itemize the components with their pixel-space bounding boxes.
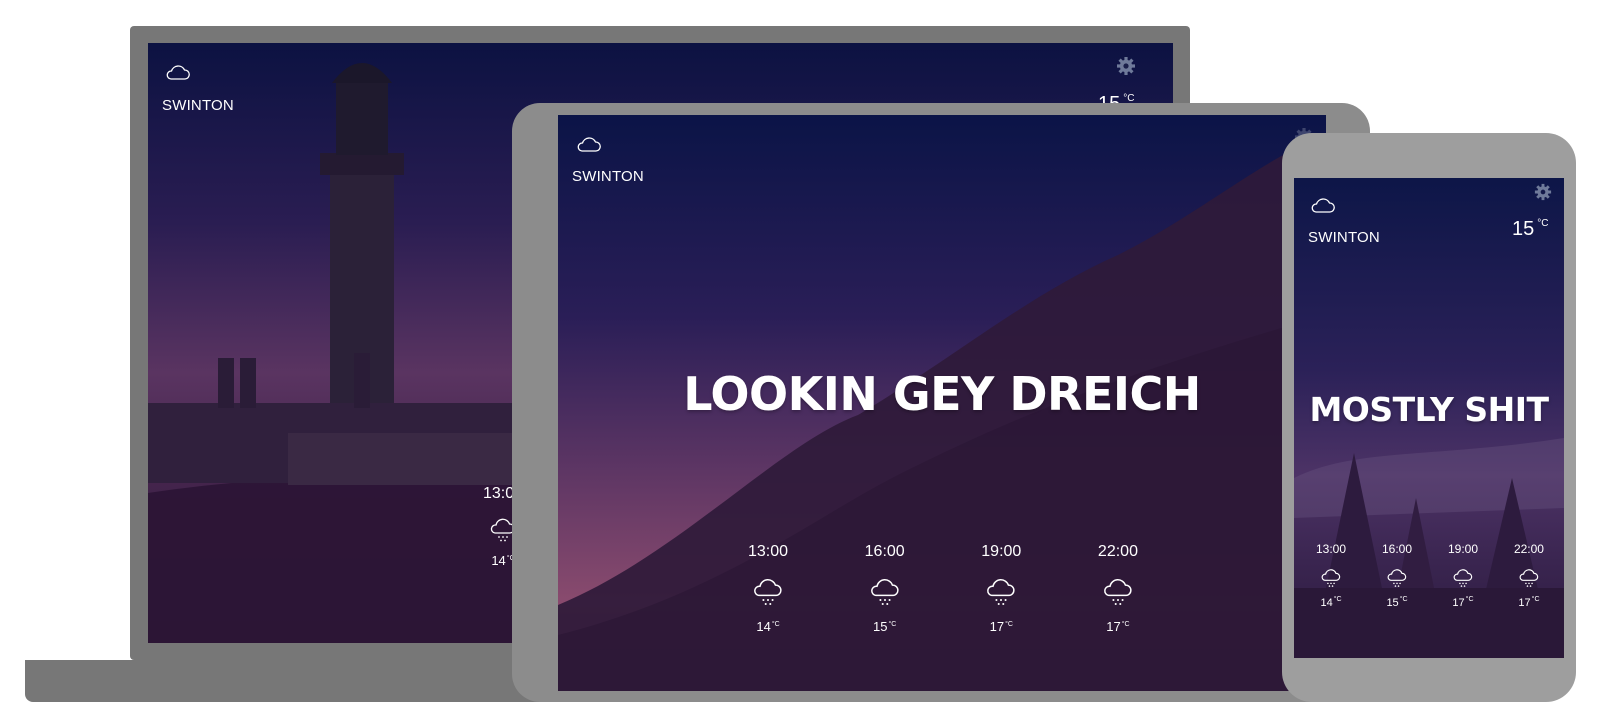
weather-headline: MOSTLY SHIT [1309, 390, 1549, 429]
forecast-temp: 17°C [1518, 596, 1540, 609]
forecast-item: 22:00 17°C [1098, 543, 1138, 634]
forecast-item: 22:00 17°C [1514, 542, 1544, 609]
forecast-item: 13:00 14°C [1316, 542, 1346, 609]
weather-headline: LOOKIN GEY DREICH [683, 367, 1201, 421]
forecast-time: 19:00 [981, 543, 1022, 560]
forecast-time: 16:00 [1381, 542, 1413, 556]
forecast-temp: 17°C [989, 619, 1013, 634]
forecast-temp: 17°C [1452, 596, 1474, 609]
rain-cloud-icon [987, 579, 1015, 606]
forecast-row: 13:00 14°C 16:00 15°C 19:00 17°C 22:00 1… [748, 543, 1138, 634]
location-label: SWINTON [572, 168, 644, 185]
gear-icon[interactable] [1534, 183, 1552, 201]
forecast-temp: 17°C [1106, 619, 1130, 634]
rain-cloud-icon [1387, 569, 1407, 587]
forecast-temp: 15°C [873, 619, 897, 634]
forecast-time: 22:00 [1513, 542, 1544, 556]
forecast-item: 16:00 15°C [1382, 542, 1412, 609]
forecast-item: 19:00 17°C [1448, 542, 1478, 609]
forecast-temp: 15°C [1386, 596, 1408, 609]
tablet-screen: SWINTON LOOKIN GEY DREICH 13:00 14°C 16:… [558, 115, 1326, 691]
current-temperature: 15°C [1512, 218, 1549, 240]
forecast-time: 13:00 [748, 543, 789, 560]
location-label: SWINTON [1308, 229, 1380, 246]
cloud-icon [1311, 198, 1335, 213]
forecast-time: 13:00 [1316, 542, 1347, 556]
cloud-icon [577, 137, 601, 152]
forecast-item: 16:00 15°C [865, 543, 905, 634]
forecast-row: 13:00 14°C 16:00 15°C 19:00 17°C 22:00 1… [1316, 542, 1544, 609]
forecast-time: 22:00 [1097, 543, 1138, 560]
rain-cloud-icon [754, 579, 782, 606]
rain-cloud-icon [1519, 569, 1539, 587]
forecast-item: 13:00 14°C [748, 543, 788, 634]
forecast-temp: 14°C [1320, 596, 1342, 609]
rain-cloud-icon [1321, 569, 1341, 587]
rain-cloud-icon [1453, 569, 1473, 587]
location-label: SWINTON [162, 97, 234, 114]
rain-cloud-icon [1104, 579, 1132, 606]
forecast-time: 19:00 [1447, 542, 1478, 556]
forecast-time: 16:00 [864, 543, 905, 560]
cloud-icon [166, 65, 190, 80]
rain-cloud-icon [870, 579, 899, 606]
forecast-item: 19:00 17°C [981, 543, 1021, 634]
gear-icon[interactable] [1116, 56, 1136, 76]
phone-screen: SWINTON 15 °C MOSTLY SHIT 13:00 14°C 16:0… [1294, 178, 1564, 658]
forecast-temp: 14°C [756, 619, 780, 634]
